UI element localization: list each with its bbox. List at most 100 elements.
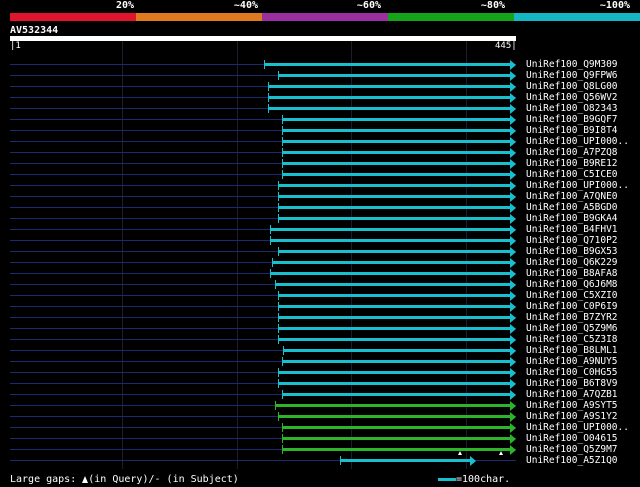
hit-name-link[interactable]: UniRef100_O04615: [526, 433, 618, 444]
hit-name-link[interactable]: UniRef100_A5BGD0: [526, 202, 618, 213]
hit-alignment-bar[interactable]: [282, 118, 510, 121]
hit-name-link[interactable]: UniRef100_A7QNE0: [526, 191, 618, 202]
hit-row[interactable]: UniRef100_B8AFA8: [0, 268, 640, 279]
hit-row[interactable]: UniRef100_Q8LG00: [0, 81, 640, 92]
hit-alignment-bar[interactable]: [278, 371, 510, 374]
hit-row[interactable]: UniRef100_C0P6I9: [0, 301, 640, 312]
hit-name-link[interactable]: UniRef100_Q710P2: [526, 235, 618, 246]
hit-alignment-bar[interactable]: [282, 173, 510, 176]
hit-row[interactable]: UniRef100_C0HG55: [0, 367, 640, 378]
hit-alignment-bar[interactable]: [275, 404, 510, 407]
hit-row[interactable]: UniRef100_B6T8V9: [0, 378, 640, 389]
hit-row[interactable]: UniRef100_A7QZB1: [0, 389, 640, 400]
hit-name-link[interactable]: UniRef100_A5Z1Q0: [526, 455, 618, 466]
hit-name-link[interactable]: UniRef100_A9NUY5: [526, 356, 618, 367]
hit-alignment-bar[interactable]: [278, 415, 510, 418]
hit-alignment-bar[interactable]: [282, 140, 510, 143]
hit-alignment-bar[interactable]: [270, 239, 510, 242]
hit-row[interactable]: UniRef100_O82343: [0, 103, 640, 114]
hit-name-link[interactable]: UniRef100_C5XZI0: [526, 290, 618, 301]
hit-alignment-bar[interactable]: [278, 316, 510, 319]
hit-row[interactable]: UniRef100_O04615: [0, 433, 640, 444]
hit-name-link[interactable]: UniRef100_Q56WV2: [526, 92, 618, 103]
hit-alignment-bar[interactable]: [282, 162, 510, 165]
hit-name-link[interactable]: UniRef100_Q9M309: [526, 59, 618, 70]
hit-alignment-bar[interactable]: [272, 261, 510, 264]
hit-name-link[interactable]: UniRef100_Q5Z9M6: [526, 323, 618, 334]
hit-name-link[interactable]: UniRef100_A7PZQ8: [526, 147, 618, 158]
hit-name-link[interactable]: UniRef100_Q9FPW6: [526, 70, 618, 81]
hit-name-link[interactable]: UniRef100_A9SYT5: [526, 400, 618, 411]
hit-alignment-bar[interactable]: [278, 338, 510, 341]
hit-row[interactable]: UniRef100_B4FHV1: [0, 224, 640, 235]
hit-row[interactable]: UniRef100_Q9M309: [0, 59, 640, 70]
hit-name-link[interactable]: UniRef100_B9I8T4: [526, 125, 618, 136]
hit-row[interactable]: UniRef100_A7PZQ8: [0, 147, 640, 158]
hit-row[interactable]: UniRef100_C5Z3I8: [0, 334, 640, 345]
hit-row[interactable]: UniRef100_B9GKA4: [0, 213, 640, 224]
hit-alignment-bar[interactable]: [282, 393, 510, 396]
hit-name-link[interactable]: UniRef100_Q6K229: [526, 257, 618, 268]
hit-name-link[interactable]: UniRef100_Q5Z9M7: [526, 444, 618, 455]
hit-alignment-bar[interactable]: [278, 327, 510, 330]
hit-alignment-bar[interactable]: [282, 129, 510, 132]
hit-row[interactable]: UniRef100_B9RE12: [0, 158, 640, 169]
hit-alignment-bar[interactable]: [278, 305, 510, 308]
hit-row[interactable]: UniRef100_C5ICE0: [0, 169, 640, 180]
hit-alignment-bar[interactable]: [264, 63, 510, 66]
hit-alignment-bar[interactable]: [340, 459, 470, 462]
hit-row[interactable]: UniRef100_C5XZI0: [0, 290, 640, 301]
hit-name-link[interactable]: UniRef100_UPI000..: [526, 136, 629, 147]
hit-row[interactable]: UniRef100_A5Z1Q0: [0, 455, 640, 466]
hit-name-link[interactable]: UniRef100_O82343: [526, 103, 618, 114]
hit-alignment-bar[interactable]: [282, 151, 510, 154]
hit-alignment-bar[interactable]: [282, 360, 510, 363]
hit-alignment-bar[interactable]: [282, 437, 510, 440]
hit-alignment-bar[interactable]: [270, 228, 510, 231]
hit-alignment-bar[interactable]: [282, 448, 510, 451]
hit-row[interactable]: UniRef100_UPI000..: [0, 136, 640, 147]
hit-name-link[interactable]: UniRef100_B9GQF7: [526, 114, 618, 125]
hit-name-link[interactable]: UniRef100_C5Z3I8: [526, 334, 618, 345]
hit-row[interactable]: UniRef100_UPI000..: [0, 422, 640, 433]
hit-row[interactable]: UniRef100_A7QNE0: [0, 191, 640, 202]
hit-row[interactable]: UniRef100_Q5Z9M7: [0, 444, 640, 455]
hit-row[interactable]: UniRef100_Q710P2: [0, 235, 640, 246]
hit-row[interactable]: UniRef100_A9SYT5: [0, 400, 640, 411]
hit-name-link[interactable]: UniRef100_B6T8V9: [526, 378, 618, 389]
hit-alignment-bar[interactable]: [270, 272, 510, 275]
hit-alignment-bar[interactable]: [282, 426, 510, 429]
hit-name-link[interactable]: UniRef100_UPI000..: [526, 180, 629, 191]
hit-row[interactable]: UniRef100_A9S1Y2: [0, 411, 640, 422]
hit-alignment-bar[interactable]: [268, 107, 510, 110]
hit-row[interactable]: UniRef100_Q6K229: [0, 257, 640, 268]
hit-alignment-bar[interactable]: [278, 74, 510, 77]
hit-name-link[interactable]: UniRef100_C0P6I9: [526, 301, 618, 312]
hit-name-link[interactable]: UniRef100_B9GKA4: [526, 213, 618, 224]
hit-alignment-bar[interactable]: [278, 184, 510, 187]
hit-name-link[interactable]: UniRef100_A9S1Y2: [526, 411, 618, 422]
hit-alignment-bar[interactable]: [268, 96, 510, 99]
hit-name-link[interactable]: UniRef100_A7QZB1: [526, 389, 618, 400]
hit-name-link[interactable]: UniRef100_B9RE12: [526, 158, 618, 169]
hit-name-link[interactable]: UniRef100_Q8LG00: [526, 81, 618, 92]
hit-alignment-bar[interactable]: [278, 294, 510, 297]
hit-row[interactable]: UniRef100_UPI000..: [0, 180, 640, 191]
hit-row[interactable]: UniRef100_B9I8T4: [0, 125, 640, 136]
hit-row[interactable]: UniRef100_B7ZYR2: [0, 312, 640, 323]
hit-row[interactable]: UniRef100_B8LML1: [0, 345, 640, 356]
hit-name-link[interactable]: UniRef100_C5ICE0: [526, 169, 618, 180]
hit-name-link[interactable]: UniRef100_Q6J6M8: [526, 279, 618, 290]
hit-name-link[interactable]: UniRef100_UPI000..: [526, 422, 629, 433]
hit-name-link[interactable]: UniRef100_B7ZYR2: [526, 312, 618, 323]
hit-row[interactable]: UniRef100_A5BGD0: [0, 202, 640, 213]
hit-name-link[interactable]: UniRef100_B9GX53: [526, 246, 618, 257]
hit-alignment-bar[interactable]: [283, 349, 510, 352]
hit-name-link[interactable]: UniRef100_B8AFA8: [526, 268, 618, 279]
hit-row[interactable]: UniRef100_B9GQF7: [0, 114, 640, 125]
hit-row[interactable]: UniRef100_Q9FPW6: [0, 70, 640, 81]
hit-row[interactable]: UniRef100_Q6J6M8: [0, 279, 640, 290]
hit-alignment-bar[interactable]: [278, 195, 510, 198]
hit-row[interactable]: UniRef100_B9GX53: [0, 246, 640, 257]
hit-name-link[interactable]: UniRef100_C0HG55: [526, 367, 618, 378]
